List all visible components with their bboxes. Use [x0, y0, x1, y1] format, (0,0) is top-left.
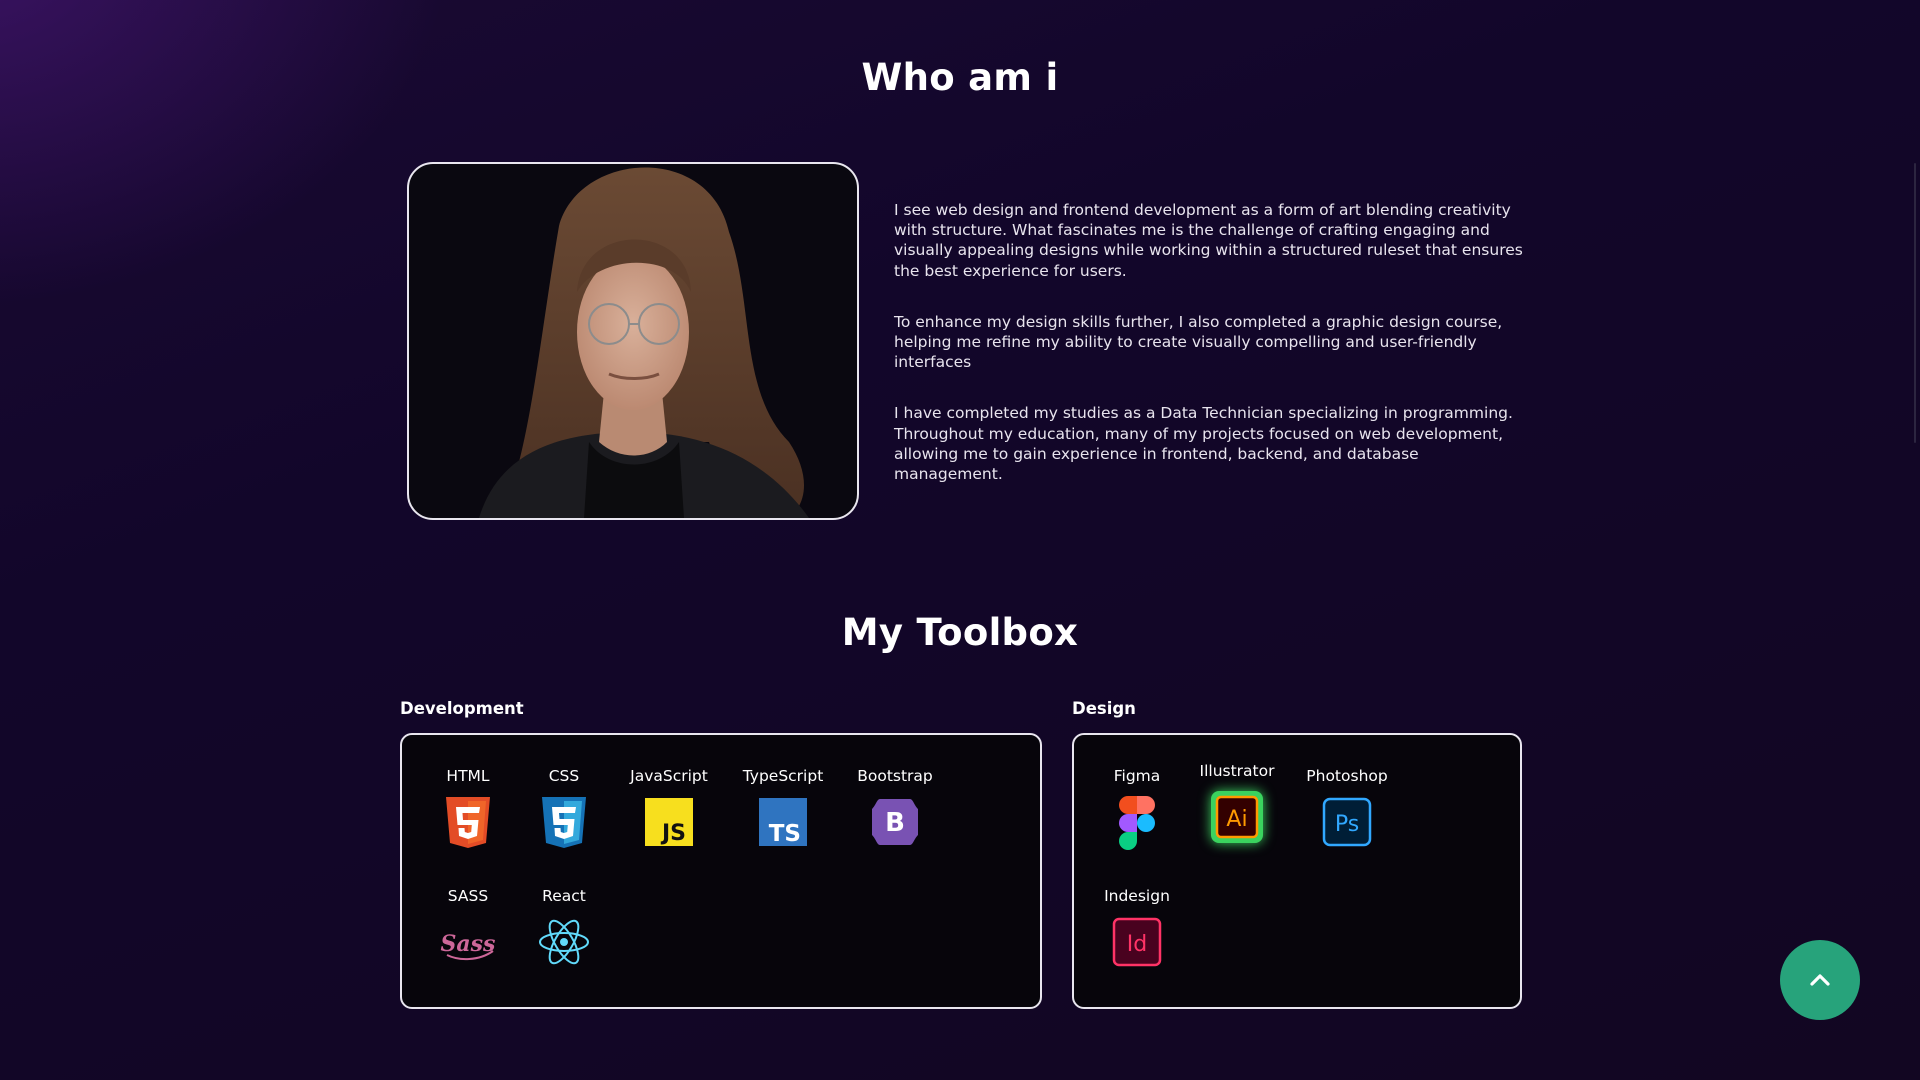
tool-illustrator: Illustrator Ai	[1182, 760, 1292, 846]
tool-name: Indesign	[1104, 887, 1170, 905]
bootstrap-icon-text: B	[885, 808, 905, 838]
sass-icon: Sass	[441, 931, 496, 961]
about-paragraph-1: I see web design and frontend developmen…	[894, 201, 1523, 280]
photoshop-icon-text: Ps	[1335, 812, 1359, 837]
tool-figma: Figma	[1082, 765, 1192, 851]
tool-css: CSS	[509, 765, 619, 851]
sass-icon-text: Sass	[441, 931, 496, 957]
design-label: Design	[1072, 699, 1136, 718]
tool-name: React	[542, 887, 586, 905]
tool-javascript: JavaScript JS	[614, 765, 724, 851]
development-toolbox: HTML CSS JavaScript JS TypeScript TS Boo…	[400, 733, 1042, 1009]
development-label: Development	[400, 699, 524, 718]
illustrator-icon-text: Ai	[1226, 807, 1247, 832]
tool-name: TypeScript	[742, 767, 824, 785]
javascript-icon-text: JS	[660, 821, 686, 846]
about-text: I see web design and frontend developmen…	[894, 200, 1524, 515]
illustrator-icon: Ai	[1211, 791, 1263, 843]
tool-react: React	[509, 885, 619, 971]
tool-name: Illustrator	[1199, 762, 1275, 780]
photoshop-icon: Ps	[1322, 797, 1372, 847]
indesign-icon: Id	[1112, 917, 1162, 967]
css3-icon	[542, 797, 586, 848]
tool-sass: SASS Sass	[413, 885, 523, 971]
about-title: Who am i	[861, 56, 1059, 99]
typescript-icon: TS	[759, 798, 807, 847]
toolbox-title: My Toolbox	[841, 611, 1079, 654]
tool-name: CSS	[548, 767, 580, 785]
profile-photo	[407, 162, 859, 520]
tool-indesign: Indesign Id	[1082, 885, 1192, 971]
tool-photoshop: Photoshop Ps	[1292, 765, 1402, 851]
portrait-image	[479, 167, 809, 518]
scroll-to-top-button[interactable]	[1780, 940, 1860, 1020]
page-scrollbar[interactable]	[1914, 163, 1916, 443]
tool-name: Bootstrap	[857, 767, 933, 785]
tool-name: JavaScript	[630, 767, 708, 785]
design-toolbox: Figma Illustrator Ai Photoshop Ps Indesi…	[1072, 733, 1522, 1009]
indesign-icon-text: Id	[1127, 932, 1147, 957]
figma-icon	[1119, 796, 1155, 850]
tool-name: Photoshop	[1306, 767, 1388, 785]
tool-bootstrap: Bootstrap B	[840, 765, 950, 851]
tool-name: HTML	[446, 767, 490, 785]
tool-html: HTML	[413, 765, 523, 851]
tool-name: SASS	[447, 887, 489, 905]
bootstrap-icon: B	[872, 799, 918, 845]
about-paragraph-3: I have completed my studies as a Data Te…	[894, 404, 1513, 484]
typescript-icon-text: TS	[769, 821, 801, 847]
chevron-up-icon	[1810, 974, 1830, 986]
tool-typescript: TypeScript TS	[728, 765, 838, 851]
about-paragraph-2: To enhance my design skills further, I a…	[894, 312, 1503, 372]
tool-name: Figma	[1113, 767, 1161, 785]
html5-icon	[446, 797, 490, 848]
react-icon	[539, 919, 589, 965]
javascript-icon: JS	[645, 798, 693, 846]
